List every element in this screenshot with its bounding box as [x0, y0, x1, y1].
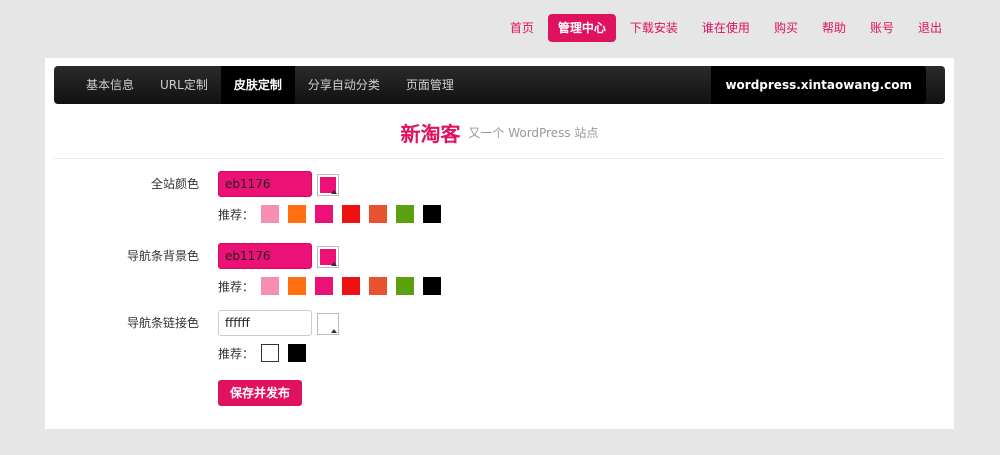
menu-tab[interactable]: URL定制	[147, 66, 221, 104]
main-panel: 基本信息 URL定制 皮肤定制 分享自动分类 页面管理 wordpress.xintaow…	[45, 58, 954, 429]
color-setting-label: 全站颜色	[150, 177, 199, 191]
recommended-color-swatch[interactable]	[261, 344, 280, 362]
save-publish-button[interactable]: 保存并发布	[218, 380, 303, 406]
recommend-label: 推荐：	[218, 207, 255, 222]
site-tagline: 又一个 WordPress 站点	[468, 126, 599, 140]
color-picker-button[interactable]	[317, 246, 339, 268]
recommended-color-swatch[interactable]	[288, 205, 307, 223]
top-nav-link[interactable]: 首页	[500, 14, 544, 42]
menu-tab[interactable]: 基本信息	[73, 66, 147, 104]
top-nav-link[interactable]: 下载安装	[620, 14, 688, 42]
menu-tab[interactable]: 分享自动分类	[295, 66, 393, 104]
menu-bar: 基本信息 URL定制 皮肤定制 分享自动分类 页面管理 wordpress.xintaow…	[54, 66, 945, 104]
top-nav-link[interactable]: 管理中心	[547, 14, 616, 42]
caret-icon	[331, 262, 337, 266]
color-picker-button[interactable]	[317, 313, 339, 335]
recommended-color-swatch[interactable]	[396, 205, 415, 223]
top-nav-link[interactable]: 退出	[908, 14, 952, 42]
menu-tab[interactable]: 皮肤定制	[220, 66, 295, 104]
top-nav-link[interactable]: 账号	[860, 14, 904, 42]
menu-tab[interactable]: 页面管理	[393, 66, 467, 104]
top-nav-link[interactable]: 购买	[764, 14, 808, 42]
top-nav-link[interactable]: 帮助	[812, 14, 856, 42]
recommended-color-swatch[interactable]	[288, 344, 307, 362]
top-nav: 首页 管理中心 下载安装 谁在使用 购买 帮助 账号 退出	[496, 14, 952, 42]
site-domain[interactable]: wordpress.xintaowang.com	[711, 66, 926, 104]
recommended-color-swatch[interactable]	[369, 205, 388, 223]
caret-icon	[331, 329, 337, 333]
caret-icon	[331, 190, 337, 194]
recommended-color-swatch[interactable]	[315, 277, 334, 295]
color-setting-label: 导航条背景色	[126, 249, 199, 263]
recommended-color-swatch[interactable]	[396, 277, 415, 295]
recommended-color-swatch[interactable]	[342, 205, 361, 223]
recommended-color-swatch[interactable]	[369, 277, 388, 295]
recommended-color-swatch[interactable]	[315, 205, 334, 223]
top-nav-link[interactable]: 谁在使用	[692, 14, 760, 42]
recommend-label: 推荐：	[218, 346, 255, 361]
recommend-label: 推荐：	[218, 279, 255, 294]
color-hex-input[interactable]: ffffff	[218, 310, 312, 336]
recommended-colors: 推荐：	[218, 205, 450, 223]
recommended-color-swatch[interactable]	[423, 205, 442, 223]
divider	[54, 158, 945, 159]
color-hex-input[interactable]: eb1176	[218, 171, 312, 197]
color-hex-input[interactable]: eb1176	[218, 243, 312, 269]
color-picker-button[interactable]	[317, 174, 339, 196]
site-title: 新淘客 又一个 WordPress 站点	[45, 118, 954, 147]
recommended-color-swatch[interactable]	[342, 277, 361, 295]
recommended-color-swatch[interactable]	[261, 277, 280, 295]
site-name: 新淘客	[400, 122, 461, 146]
recommended-color-swatch[interactable]	[261, 205, 280, 223]
recommended-color-swatch[interactable]	[288, 277, 307, 295]
color-setting-label: 导航条链接色	[126, 316, 199, 330]
recommended-colors: 推荐：	[218, 344, 315, 362]
recommended-color-swatch[interactable]	[423, 277, 442, 295]
recommended-colors: 推荐：	[218, 277, 450, 295]
